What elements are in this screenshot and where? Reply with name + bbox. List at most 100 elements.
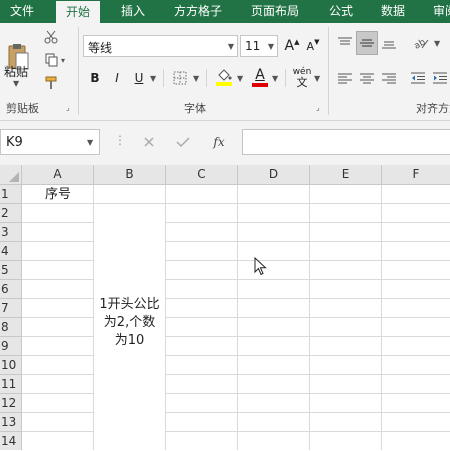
tab-file[interactable]: 文件 <box>10 0 34 23</box>
chevron-down-icon: ▼ <box>87 138 94 147</box>
font-size-combo[interactable]: 11 ▼ <box>240 35 278 57</box>
copy-icon <box>45 53 58 67</box>
name-box[interactable]: K9 ▼ <box>0 129 100 155</box>
fill-color-dropdown-icon[interactable]: ▼ <box>237 74 243 83</box>
column-header-a[interactable]: A <box>22 165 94 185</box>
font-launcher-icon[interactable]: ⌟ <box>316 103 320 112</box>
merged-cell-text: 1开头公比为2,个数为10 <box>99 297 160 348</box>
select-all-icon <box>9 172 19 182</box>
enter-button[interactable] <box>170 131 196 153</box>
formula-bar-grip-icon: ⋮ <box>114 133 126 147</box>
decrease-font-size-button[interactable]: A ▼ <box>304 35 322 57</box>
row-header-13[interactable]: 13 <box>0 413 22 432</box>
row-header-1[interactable]: 1 <box>0 185 22 204</box>
align-middle-icon <box>360 39 374 47</box>
italic-button[interactable]: I <box>107 67 127 89</box>
font-color-icon: A <box>255 66 265 83</box>
merged-cell-b2-b14[interactable]: 1开头公比为2,个数为10 <box>94 204 166 450</box>
alignment-group-label: 对齐方式 <box>416 102 450 115</box>
increase-indent-button[interactable] <box>430 67 450 89</box>
row-header-4[interactable]: 4 <box>0 242 22 261</box>
row-header-3[interactable]: 3 <box>0 223 22 242</box>
row-header-7[interactable]: 7 <box>0 299 22 318</box>
row-header-2[interactable]: 2 <box>0 204 22 223</box>
row-header-8[interactable]: 8 <box>0 318 22 337</box>
align-right-button[interactable] <box>379 67 399 89</box>
decrease-indent-icon <box>411 72 425 84</box>
row-header-11[interactable]: 11 <box>0 375 22 394</box>
align-left-button[interactable] <box>335 67 355 89</box>
paint-bucket-icon <box>216 69 232 86</box>
phonetic-icon: wén <box>292 66 312 77</box>
align-bottom-button[interactable] <box>379 33 399 53</box>
font-color-button[interactable]: A <box>250 65 270 89</box>
paste-dropdown-icon[interactable]: ▼ <box>13 79 19 88</box>
row-header-14[interactable]: 14 <box>0 432 22 450</box>
borders-icon <box>173 71 187 85</box>
column-header-c[interactable]: C <box>166 165 238 185</box>
tab-data[interactable]: 数据 <box>381 0 405 23</box>
align-right-icon <box>382 73 396 84</box>
column-header-d[interactable]: D <box>238 165 310 185</box>
cancel-button[interactable] <box>136 131 162 153</box>
tab-formulas[interactable]: 公式 <box>329 0 353 23</box>
row-header-9[interactable]: 9 <box>0 337 22 356</box>
fill-color-button[interactable] <box>213 65 235 89</box>
paste-label: 粘贴 <box>4 65 29 79</box>
cut-button[interactable] <box>40 27 62 47</box>
ribbon: 粘贴 ▼ ▾ 剪贴板 ⌟ 等线 ▼ 11 ▼ A ▲ A ▼ B I U ▼ ▼… <box>0 23 450 121</box>
group-divider <box>328 27 329 115</box>
bold-button[interactable]: B <box>85 67 105 89</box>
ribbon-tab-bar: 文件 开始 插入 方方格子 页面布局 公式 数据 审阅 <box>0 0 450 23</box>
select-all-corner[interactable] <box>0 165 22 185</box>
mouse-pointer-icon <box>254 257 267 276</box>
formula-input[interactable] <box>242 129 450 155</box>
align-top-icon <box>338 37 352 45</box>
phonetic-dropdown-icon[interactable]: ▼ <box>314 74 320 83</box>
cell-a1[interactable]: 序号 <box>22 185 94 204</box>
check-icon <box>176 137 190 148</box>
chevron-down-icon: ▼ <box>267 42 274 51</box>
tab-page-layout[interactable]: 页面布局 <box>251 0 299 23</box>
clipboard-launcher-icon[interactable]: ⌟ <box>66 103 70 112</box>
increase-font-size-button[interactable]: A ▲ <box>283 35 301 57</box>
copy-button[interactable]: ▾ <box>40 50 70 70</box>
increase-indent-icon <box>433 72 447 84</box>
row-header-12[interactable]: 12 <box>0 394 22 413</box>
tab-fangfang[interactable]: 方方格子 <box>174 0 222 23</box>
row-header-5[interactable]: 5 <box>0 261 22 280</box>
align-center-icon <box>360 73 374 84</box>
clipboard-group-label: 剪贴板 <box>6 102 39 115</box>
phonetic-guide-button[interactable]: wén 文 <box>291 65 313 89</box>
format-painter-button[interactable] <box>40 73 62 93</box>
underline-dropdown-icon[interactable]: ▼ <box>150 74 156 83</box>
align-top-button[interactable] <box>335 33 355 53</box>
scissors-icon <box>44 30 58 44</box>
font-color-swatch <box>252 82 268 87</box>
align-left-icon <box>338 73 352 84</box>
tab-insert[interactable]: 插入 <box>121 0 145 23</box>
worksheet-grid[interactable] <box>22 185 450 450</box>
row-header-6[interactable]: 6 <box>0 280 22 299</box>
underline-button[interactable]: U <box>130 67 148 89</box>
borders-button[interactable] <box>170 67 190 89</box>
font-color-dropdown-icon[interactable]: ▼ <box>272 74 278 83</box>
row-header-10[interactable]: 10 <box>0 356 22 375</box>
font-group-label: 字体 <box>184 102 206 115</box>
borders-dropdown-icon[interactable]: ▼ <box>193 74 199 83</box>
column-header-e[interactable]: E <box>310 165 382 185</box>
decrease-indent-button[interactable] <box>408 67 428 89</box>
tab-home[interactable]: 开始 <box>56 1 100 23</box>
align-middle-button[interactable] <box>356 31 378 55</box>
orientation-button[interactable]: ab <box>410 33 432 53</box>
insert-function-button[interactable]: fx <box>204 131 234 153</box>
separator <box>206 69 207 87</box>
column-header-b[interactable]: B <box>94 165 166 185</box>
orientation-dropdown-icon[interactable]: ▼ <box>434 39 440 48</box>
align-bottom-icon <box>382 41 396 49</box>
column-header-f[interactable]: F <box>382 165 450 185</box>
tab-review[interactable]: 审阅 <box>433 0 450 23</box>
group-divider <box>78 27 79 115</box>
font-name-combo[interactable]: 等线 ▼ <box>83 35 238 57</box>
align-center-button[interactable] <box>357 67 377 89</box>
